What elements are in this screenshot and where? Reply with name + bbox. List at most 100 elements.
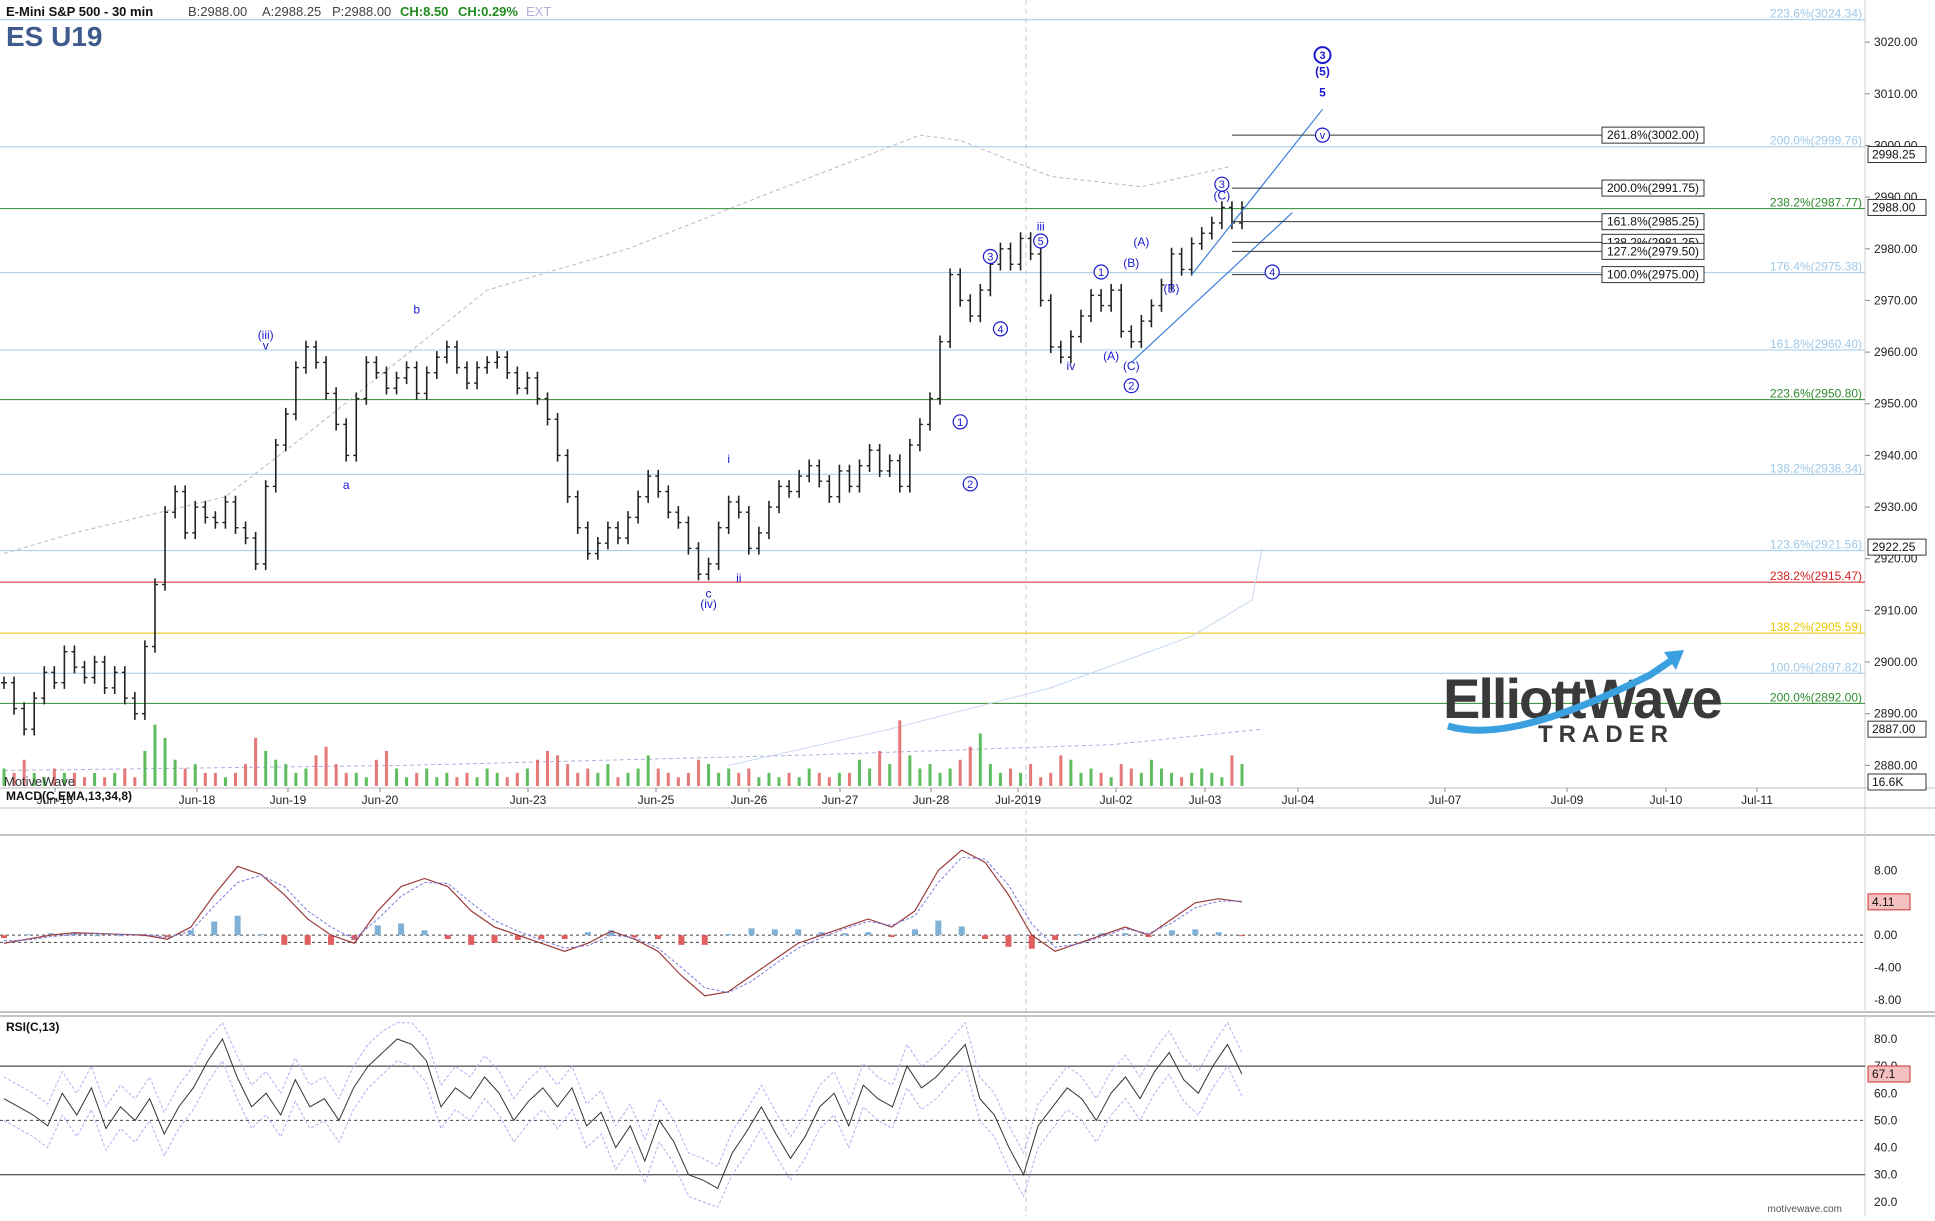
volume-bar: [787, 772, 791, 786]
volume-bar: [244, 764, 248, 786]
macd-histogram-bar: [561, 935, 568, 940]
price-axis-label: 2910.00: [1874, 603, 1918, 617]
rsi-axis-label: 30.0: [1874, 1168, 1898, 1182]
quote-price: P:2988.00: [332, 4, 391, 19]
wave-circle-label: 2: [967, 479, 973, 491]
rsi-last-label: 67.1: [1872, 1067, 1896, 1081]
volume-bar: [797, 777, 801, 786]
wave-label: (A): [1103, 349, 1119, 363]
macd-histogram-bar: [94, 935, 101, 937]
volume-bar: [1190, 772, 1194, 786]
volume-bar: [213, 772, 217, 786]
volume-bar: [515, 772, 519, 786]
price-axis-label: 3010.00: [1874, 87, 1918, 101]
volume-bar: [1009, 768, 1013, 786]
wave-circle-label: 3: [987, 252, 993, 264]
chart-canvas: 223.6%(3024.34) 200.0%(2999.76) 238.2%(298…: [0, 0, 1935, 1216]
wave-circle-label: 1: [957, 417, 963, 429]
macd-histogram-bar: [421, 930, 428, 936]
volume-bar: [103, 777, 107, 786]
volume-bar: [888, 764, 892, 786]
rsi-axis-label: 80.0: [1874, 1032, 1898, 1046]
quote-bid: B:2988.00: [188, 4, 247, 19]
macd-histogram-bar: [631, 935, 638, 938]
macd-axis-label: -8.00: [1874, 993, 1902, 1007]
volume-bar: [767, 772, 771, 786]
time-axis-label: Jun-28: [913, 793, 950, 807]
volume-bar: [505, 777, 509, 786]
macd-histogram-bar: [958, 926, 965, 936]
fib-box-label: 200.0%(2991.75): [1607, 181, 1699, 195]
volume-bar: [435, 777, 439, 786]
macd-histogram-bar: [655, 935, 662, 940]
fib-level-label: 123.6%(2921.56): [1770, 538, 1862, 552]
time-axis-label: Jun-27: [822, 793, 859, 807]
macd-histogram-bar: [911, 929, 918, 936]
volume-bar: [556, 755, 560, 786]
macd-histogram-bar: [374, 925, 381, 936]
wave-label: iv: [1067, 359, 1076, 373]
macd-histogram-bar: [468, 935, 475, 945]
volume-bar: [978, 733, 982, 786]
price-axis-label: 2940.00: [1874, 448, 1918, 462]
wave-label: (iv): [700, 597, 717, 611]
macd-axis-label: 8.00: [1874, 863, 1898, 877]
volume-bar: [193, 764, 197, 786]
macd-histogram-bar: [444, 935, 451, 940]
rsi-axis-label: 40.0: [1874, 1141, 1898, 1155]
volume-bar: [284, 764, 288, 786]
volume-bar: [1089, 768, 1093, 786]
macd-histogram-bar: [1239, 935, 1245, 937]
time-axis-label: Jun-20: [362, 793, 399, 807]
volume-bar: [183, 768, 187, 786]
price-axis-label: 3020.00: [1874, 35, 1918, 49]
volume-bar: [747, 768, 751, 786]
volume-bar: [495, 772, 499, 786]
volume-bar: [656, 768, 660, 786]
fib-level-label: 200.0%(2892.00): [1770, 690, 1862, 704]
volume-bar: [274, 759, 278, 786]
time-axis-label: Jul-10: [1650, 793, 1683, 807]
volume-bar: [1200, 768, 1204, 786]
last-price-label: 2988.00: [1872, 200, 1916, 214]
fib-level-label: 100.0%(2897.82): [1770, 660, 1862, 674]
wave-circle-label: 3: [1319, 50, 1325, 62]
volume-bar: [646, 755, 650, 786]
volume-bar: [1240, 764, 1244, 786]
volume-bar: [968, 746, 972, 786]
volume-bar: [817, 772, 821, 786]
macd-histogram-bar: [771, 929, 778, 936]
volume-bar: [1139, 772, 1143, 786]
time-axis-label: Jul-07: [1429, 793, 1462, 807]
motivewave-footer: motivewave.com: [1768, 1204, 1842, 1215]
macd-histogram-bar: [328, 935, 335, 945]
macd-histogram-bar: [1075, 934, 1082, 936]
wave-label: i: [727, 452, 730, 466]
time-axis-label: Jun-26: [731, 793, 768, 807]
price-axis-label: 2880.00: [1874, 758, 1918, 772]
volume-bar: [717, 772, 721, 786]
volume-bar: [425, 768, 429, 786]
quote-ext: EXT: [526, 4, 551, 19]
macd-histogram-bar: [491, 935, 498, 943]
macd-histogram-bar: [888, 935, 895, 938]
macd-histogram-bar: [748, 928, 755, 936]
wave-label: 5: [1319, 85, 1326, 99]
volume-bar: [264, 751, 268, 786]
price-flag-label: 2887.00: [1872, 722, 1916, 736]
fib-level-label: 138.2%(2905.59): [1770, 620, 1862, 634]
volume-bar: [1129, 768, 1133, 786]
wave-circle-label: 4: [997, 324, 1003, 336]
fib-level-label: 223.6%(2950.80): [1770, 387, 1862, 401]
logo-line2: TRADER: [1538, 721, 1674, 748]
volume-bar: [566, 764, 570, 786]
volume-bar: [1230, 755, 1234, 786]
wave-circle-label: 1: [1098, 267, 1104, 279]
volume-bar: [153, 724, 157, 786]
time-axis-label: Jul-2019: [995, 793, 1041, 807]
macd-histogram-bar: [187, 930, 194, 936]
volume-bar: [757, 777, 761, 786]
volume-bar: [666, 772, 670, 786]
rsi-axis-label: 50.0: [1874, 1113, 1898, 1127]
price-axis-label: 2970.00: [1874, 293, 1918, 307]
